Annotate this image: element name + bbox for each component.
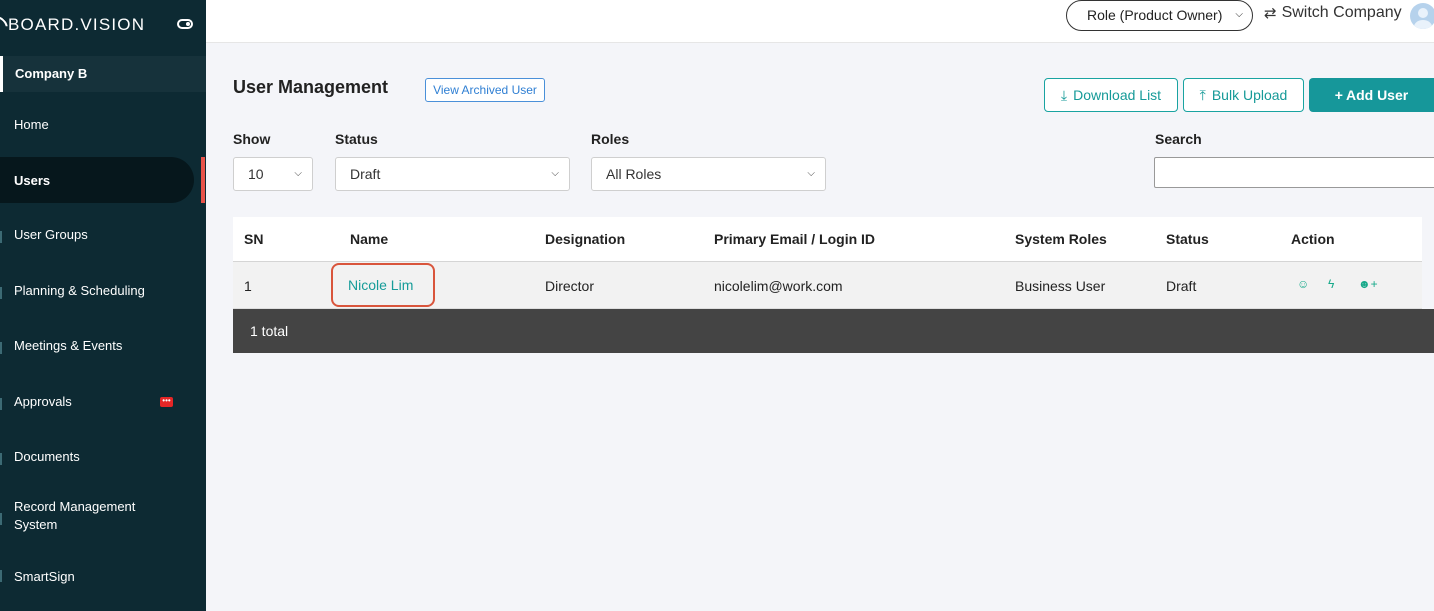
status-value: Draft [350,166,381,182]
show-value: 10 [248,166,264,182]
chevron-down-icon: ⌵ [294,168,302,179]
search-label: Search [1155,131,1202,147]
cell-email: nicolelim@work.com [714,278,843,294]
sidebar-item-label: Approvals [14,393,72,409]
column-header[interactable]: Designation [545,231,625,247]
sidebar-item-label: Users [14,172,51,188]
topbar: Role (Product Owner) ⌵ ⇄ Switch Company [206,0,1434,43]
sidebar: BOARD.VISION Company B Home Users User G… [0,0,206,611]
view-archived-button[interactable]: View Archived User [425,78,545,102]
sidebar-item-documents[interactable]: Documents [0,443,206,469]
nav-divider [0,513,2,525]
nav-divider [0,287,2,299]
show-label: Show [233,131,271,147]
user-name-link[interactable]: Nicole Lim [331,263,435,307]
sidebar-toggle-icon[interactable] [177,19,193,29]
sidebar-item-label: Meetings & Events [14,337,123,353]
approvals-notification-badge: ••• [160,397,173,407]
nav-divider [0,453,2,465]
switch-company-label: Switch Company [1281,4,1402,21]
status-select[interactable]: Draft ⌵ [335,157,570,191]
sidebar-item-planning[interactable]: Planning & Scheduling [0,277,206,303]
download-label: Download List [1073,87,1162,103]
bulk-upload-label: Bulk Upload [1211,87,1288,103]
sidebar-item-label: User Groups [14,226,88,242]
status-label: Status [335,131,378,147]
roles-value: All Roles [606,166,662,182]
sidebar-item-label: Record Management System [14,499,136,532]
roles-select[interactable]: All Roles ⌵ [591,157,826,191]
sidebar-item-approvals[interactable]: Approvals [0,388,206,414]
column-header[interactable]: SN [244,231,263,247]
nav-divider [0,342,2,354]
add-user-label: Add User [1345,87,1409,103]
chevron-down-icon: ⌵ [551,168,559,179]
sidebar-item-label: Planning & Scheduling [14,282,145,298]
sidebar-item-smartsign[interactable]: SmartSign [0,563,206,589]
bulk-upload-button[interactable]: ⤒ Bulk Upload [1183,78,1304,112]
role-label: Role (Product Owner) [1087,7,1223,23]
cell-roles: Business User [1015,278,1106,294]
switch-company-button[interactable]: ⇄ Switch Company [1264,4,1402,22]
sidebar-item-label: Home [14,116,49,132]
avatar[interactable] [1410,3,1434,29]
page-title: User Management [233,77,389,97]
bolt-icon[interactable]: ϟ [1328,277,1334,291]
cell-sn: 1 [244,278,252,294]
column-header[interactable]: System Roles [1015,231,1107,247]
sidebar-item-label: SmartSign [14,568,75,584]
group-icon[interactable]: ☺ [1297,277,1309,291]
roles-label: Roles [591,131,630,147]
sidebar-item-user-groups[interactable]: User Groups [0,221,206,247]
column-header[interactable]: Primary Email / Login ID [714,231,875,247]
table-footer: 1 total [233,309,1434,353]
sidebar-item-users[interactable]: Users [0,157,194,203]
nav-divider [0,398,2,410]
nav-divider [0,570,2,582]
role-selector[interactable]: Role (Product Owner) ⌵ [1066,0,1253,31]
cell-status: Draft [1166,278,1197,294]
chevron-down-icon: ⌵ [1235,9,1243,20]
brand-logo[interactable]: BOARD.VISION [0,10,206,38]
cell-designation: Director [545,278,595,294]
table-header: SN Name Designation Primary Email / Logi… [233,217,1422,262]
sidebar-item-home[interactable]: Home [0,111,206,137]
show-select[interactable]: 10 ⌵ [233,157,313,191]
sidebar-item-meetings[interactable]: Meetings & Events [0,332,206,358]
column-header[interactable]: Name [350,231,388,247]
sidebar-item-records[interactable]: Record Management System [0,498,170,534]
column-header: Action [1291,231,1335,247]
download-icon: ⤓ [1060,86,1068,103]
company-name[interactable]: Company B [0,56,206,92]
swap-icon: ⇄ [1264,5,1277,22]
table-row: 1 Nicole Lim Director nicolelim@work.com… [233,262,1422,309]
user-add-icon[interactable]: ☻+ [1358,277,1378,291]
brand-name: BOARD.VISION [8,15,146,34]
nav-divider [0,231,2,243]
search-input[interactable] [1154,157,1434,188]
column-header[interactable]: Status [1166,231,1209,247]
add-user-button[interactable]: + Add User [1309,78,1434,112]
active-indicator [201,157,205,203]
download-list-button[interactable]: ⤓ Download List [1044,78,1178,112]
sidebar-item-label: Documents [14,448,80,464]
upload-icon: ⤒ [1199,86,1206,103]
chevron-down-icon: ⌵ [807,168,815,179]
plus-icon: + [1334,87,1343,103]
